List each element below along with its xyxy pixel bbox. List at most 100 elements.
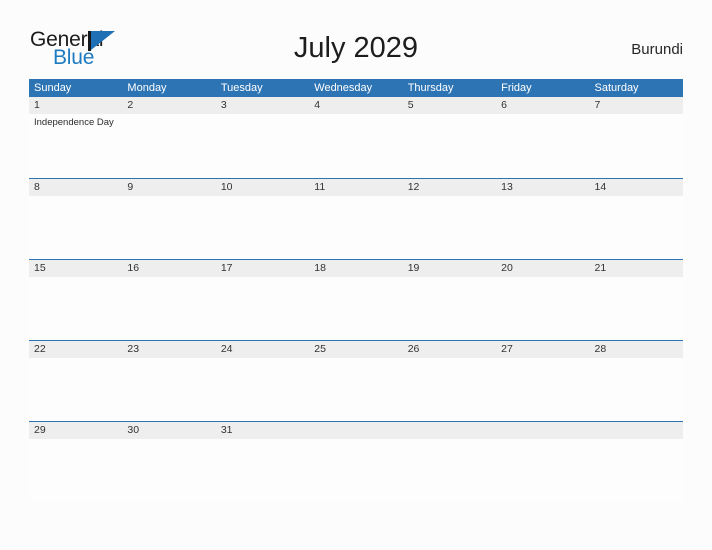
week-row: 29 30 31 [29, 421, 683, 502]
day-number-9[interactable]: 9 [122, 179, 215, 196]
weekday-header-thursday: Thursday [407, 82, 454, 94]
date-number-band: 29 30 31 [29, 422, 683, 439]
day-number-25[interactable]: 25 [309, 341, 402, 358]
week-row: 8 9 10 11 12 13 14 [29, 178, 683, 259]
weekday-header-row: Sunday Monday Tuesday Wednesday Thursday Frid… [29, 79, 683, 97]
day-cell-27[interactable] [496, 358, 589, 421]
week-row: 1 2 3 4 5 6 7 Independence Day [29, 97, 683, 178]
week-row: 15 16 17 18 19 20 21 [29, 259, 683, 340]
day-number-31[interactable]: 31 [216, 422, 309, 439]
day-number-empty [496, 422, 589, 439]
event-band [29, 277, 683, 340]
day-number-22[interactable]: 22 [29, 341, 122, 358]
day-cell-13[interactable] [496, 196, 589, 259]
weekday-header-tuesday: Tuesday [220, 82, 263, 94]
calendar-grid: Sunday Monday Tuesday Wednesday Thursday Frid… [29, 79, 683, 502]
day-cell-29[interactable] [29, 439, 122, 502]
day-cell-2[interactable] [122, 114, 215, 177]
calendar-weeks: 1 2 3 4 5 6 7 Independence Day 8 9 10 11 12 13 14 15 16 1… [29, 97, 683, 502]
day-number-27[interactable]: 27 [496, 341, 589, 358]
day-cell-empty [496, 439, 589, 502]
date-number-band: 15 16 17 18 19 20 21 [29, 260, 683, 277]
holiday-event: Independence Day [34, 117, 114, 128]
day-number-28[interactable]: 28 [590, 341, 683, 358]
day-cell-1[interactable]: Independence Day [29, 114, 122, 177]
day-cell-6[interactable] [496, 114, 589, 177]
day-cell-18[interactable] [309, 277, 402, 340]
weekday-header-wednesday: Wednesday [314, 82, 373, 94]
day-number-30[interactable]: 30 [122, 422, 215, 439]
day-number-20[interactable]: 20 [496, 260, 589, 277]
event-band: Independence Day [29, 114, 683, 177]
day-number-29[interactable]: 29 [29, 422, 122, 439]
day-number-26[interactable]: 26 [403, 341, 496, 358]
day-cell-28[interactable] [590, 358, 683, 421]
day-cell-12[interactable] [403, 196, 496, 259]
day-cell-23[interactable] [122, 358, 215, 421]
weekday-header-friday: Friday [501, 82, 532, 94]
day-number-empty [309, 422, 402, 439]
day-number-15[interactable]: 15 [29, 260, 122, 277]
day-number-10[interactable]: 10 [216, 179, 309, 196]
day-cell-16[interactable] [122, 277, 215, 340]
page-title: July 2029 [293, 32, 419, 64]
day-number-11[interactable]: 11 [309, 179, 402, 196]
day-cell-24[interactable] [216, 358, 309, 421]
day-cell-8[interactable] [29, 196, 122, 259]
day-number-18[interactable]: 18 [309, 260, 402, 277]
calendar-page: General Blue July 2029 Burundi Sunday Mon… [0, 0, 712, 550]
day-cell-empty [309, 439, 402, 502]
day-cell-25[interactable] [309, 358, 402, 421]
day-number-16[interactable]: 16 [122, 260, 215, 277]
day-cell-19[interactable] [403, 277, 496, 340]
day-cell-empty [590, 439, 683, 502]
day-number-5[interactable]: 5 [403, 97, 496, 114]
day-number-empty [403, 422, 496, 439]
day-cell-22[interactable] [29, 358, 122, 421]
weekday-header-sunday: Sunday [34, 82, 72, 94]
day-number-14[interactable]: 14 [590, 179, 683, 196]
day-number-23[interactable]: 23 [122, 341, 215, 358]
event-band [29, 196, 683, 259]
day-number-24[interactable]: 24 [216, 341, 309, 358]
day-cell-26[interactable] [403, 358, 496, 421]
day-number-empty [590, 422, 683, 439]
page-header: General Blue July 2029 Burundi [29, 26, 683, 72]
day-number-8[interactable]: 8 [29, 179, 122, 196]
day-number-17[interactable]: 17 [216, 260, 309, 277]
day-cell-31[interactable] [216, 439, 309, 502]
day-cell-17[interactable] [216, 277, 309, 340]
weekday-header-monday: Monday [127, 82, 167, 94]
date-number-band: 1234567 [29, 97, 683, 114]
day-cell-21[interactable] [590, 277, 683, 340]
day-number-19[interactable]: 19 [403, 260, 496, 277]
day-number-4[interactable]: 4 [309, 97, 402, 114]
date-number-band: 22 23 24 25 26 27 28 [29, 341, 683, 358]
day-number-1[interactable]: 1 [29, 97, 122, 114]
date-number-band: 8 9 10 11 12 13 14 [29, 179, 683, 196]
event-band [29, 358, 683, 421]
day-cell-empty [403, 439, 496, 502]
day-number-12[interactable]: 12 [403, 179, 496, 196]
day-number-6[interactable]: 6 [496, 97, 589, 114]
day-cell-14[interactable] [590, 196, 683, 259]
day-cell-3[interactable] [216, 114, 309, 177]
day-number-3[interactable]: 3 [216, 97, 309, 114]
day-cell-5[interactable] [403, 114, 496, 177]
week-row: 22 23 24 25 26 27 28 [29, 340, 683, 421]
day-cell-4[interactable] [309, 114, 402, 177]
day-cell-15[interactable] [29, 277, 122, 340]
day-number-7[interactable]: 7 [590, 97, 683, 114]
day-cell-30[interactable] [122, 439, 215, 502]
day-cell-20[interactable] [496, 277, 589, 340]
day-number-13[interactable]: 13 [496, 179, 589, 196]
day-number-2[interactable]: 2 [122, 97, 215, 114]
day-cell-11[interactable] [309, 196, 402, 259]
country-label: Burundi [631, 41, 683, 58]
day-number-21[interactable]: 21 [590, 260, 683, 277]
day-cell-10[interactable] [216, 196, 309, 259]
day-cell-7[interactable] [590, 114, 683, 177]
weekday-header-saturday: Saturday [594, 82, 639, 94]
event-band [29, 439, 683, 502]
day-cell-9[interactable] [122, 196, 215, 259]
